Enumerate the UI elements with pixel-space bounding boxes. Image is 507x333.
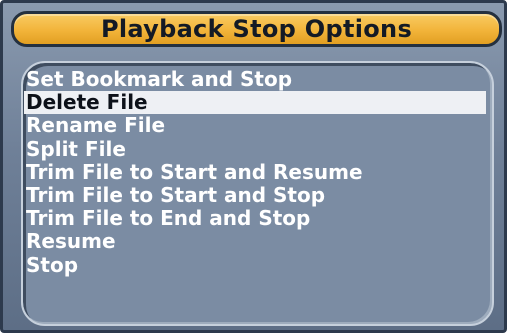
dialog-title-bar: Playback Stop Options <box>11 11 502 47</box>
options-menu-list: Set Bookmark and Stop Delete File Rename… <box>24 67 486 277</box>
dialog-title: Playback Stop Options <box>100 15 413 43</box>
menu-item-rename-file[interactable]: Rename File <box>24 114 486 137</box>
menu-item-trim-to-start-and-resume[interactable]: Trim File to Start and Resume <box>24 160 486 184</box>
menu-item-trim-to-start-and-stop[interactable]: Trim File to Start and Stop <box>24 183 486 207</box>
menu-item-stop[interactable]: Stop <box>24 253 486 277</box>
menu-item-split-file[interactable]: Split File <box>24 137 486 161</box>
menu-item-trim-to-end-and-stop[interactable]: Trim File to End and Stop <box>24 206 486 230</box>
menu-item-delete-file[interactable]: Delete File <box>24 90 486 115</box>
menu-item-resume[interactable]: Resume <box>24 230 486 253</box>
menu-item-set-bookmark-and-stop[interactable]: Set Bookmark and Stop <box>24 67 486 91</box>
